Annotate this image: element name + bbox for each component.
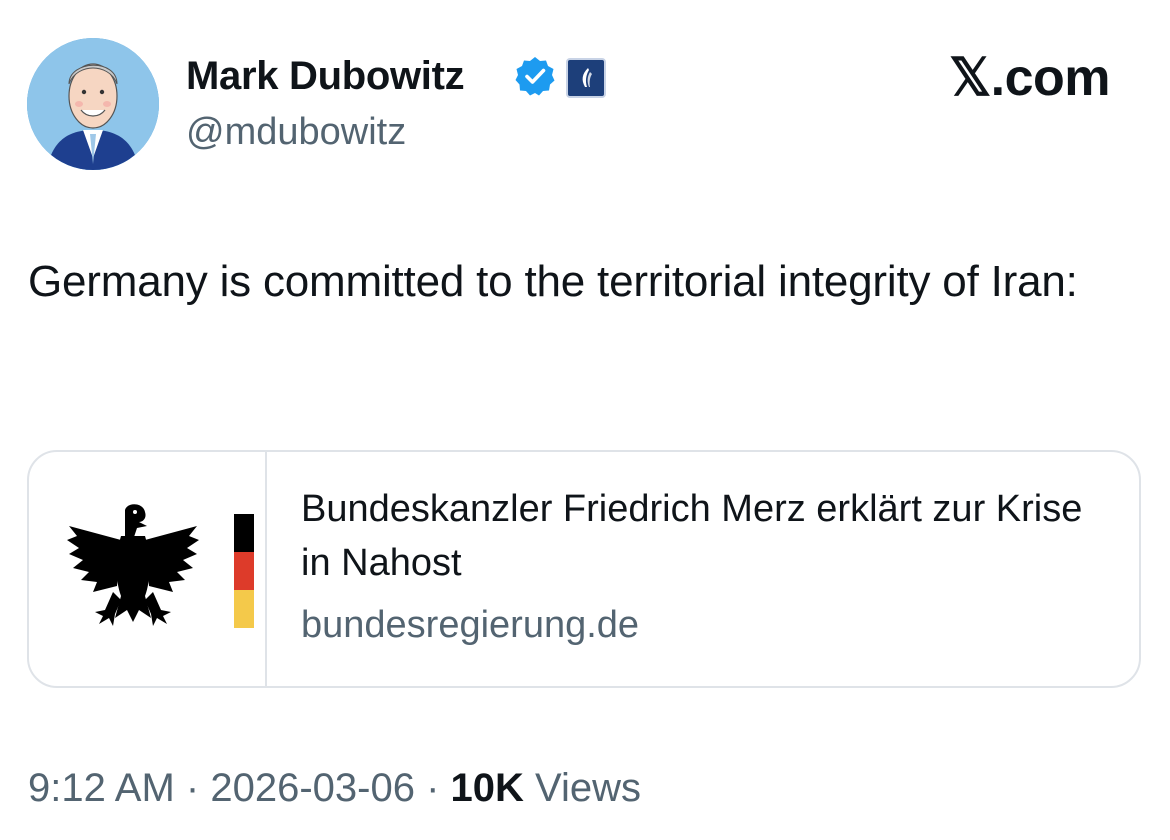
affiliation-badge-icon[interactable] [566, 58, 606, 98]
views-count[interactable]: 10K [451, 766, 524, 810]
german-flag-stripe [234, 514, 254, 628]
link-card-media[interactable] [29, 452, 267, 686]
views-label: Views [535, 766, 642, 810]
tweet-text: Germany is committed to the territorial … [28, 257, 1078, 306]
federal-eagle-icon [67, 504, 199, 626]
flag-red-band [234, 551, 254, 590]
flag-gold-band [234, 589, 254, 628]
link-card-domain[interactable]: bundesregierung.de [301, 600, 639, 650]
tweet-time[interactable]: 9:12 AM [28, 766, 175, 810]
author-display-name[interactable]: Mark Dubowitz [186, 50, 465, 102]
meta-separator: · [185, 766, 200, 810]
avatar-caricature-image [27, 38, 159, 170]
flag-black-band [234, 514, 254, 552]
link-card-title[interactable]: Bundeskanzler Friedrich Merz erklärt zur… [301, 482, 1121, 590]
link-preview-card[interactable]: Bundeskanzler Friedrich Merz erklärt zur… [27, 450, 1141, 688]
x-brand-label: 𝕏.com [949, 49, 1110, 107]
tweet-meta: 9:12 AM · 2026-03-06 · 10K Views [28, 763, 641, 813]
author-avatar[interactable] [27, 38, 159, 170]
verified-badge-icon[interactable] [514, 55, 556, 97]
tweet-date[interactable]: 2026-03-06 [210, 766, 415, 810]
author-handle[interactable]: @mdubowitz [186, 108, 406, 156]
meta-separator: · [426, 766, 440, 810]
